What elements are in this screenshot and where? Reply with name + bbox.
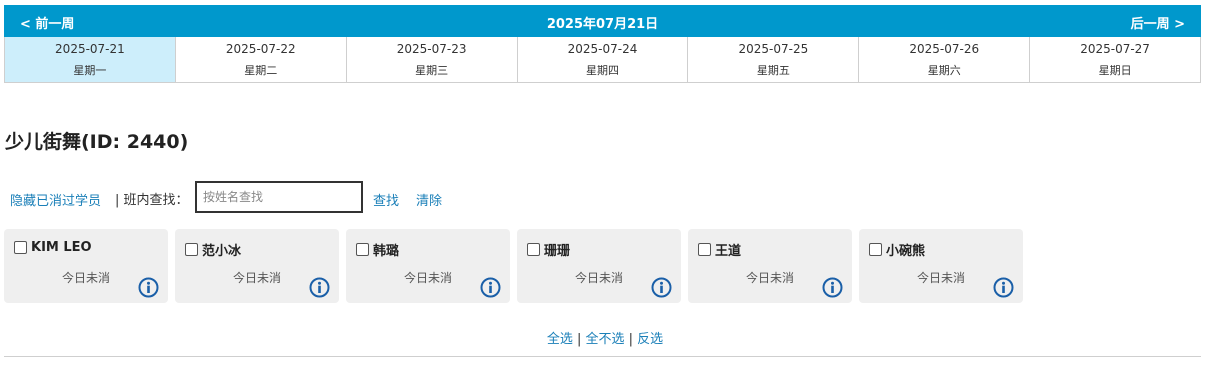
week-title: 2025年07月21日 [546,17,659,32]
day-weekday: 星期六 [927,64,961,77]
day-date: 2025-07-23 [396,42,467,56]
search-label: | 班内查找： [115,193,189,208]
student-card: 韩璐 今日未消 [346,229,510,303]
day-tab[interactable]: 2025-07-24 星期四 [518,37,689,82]
student-checkbox[interactable] [527,243,540,256]
find-link[interactable]: 查找 [373,190,399,209]
student-name-row: 韩璐 [356,240,399,259]
info-icon[interactable] [138,277,159,298]
day-tab[interactable]: 2025-07-22 星期二 [176,37,347,82]
student-checkbox[interactable] [698,243,711,256]
select-all-link[interactable]: 全选 [547,332,573,347]
selection-separator: | [624,332,638,347]
student-name: 小碗熊 [886,244,926,259]
week-navigation-bar: < 前一周 2025年07月21日 后一周 > [4,5,1201,37]
day-date: 2025-07-27 [1080,42,1150,56]
day-selector: 2025-07-21 星期一 2025-07-22 星期二 2025-07-23… [4,37,1201,83]
day-date: 2025-07-22 [225,42,296,56]
invert-selection-link[interactable]: 反选 [637,332,663,347]
student-checkbox[interactable] [185,243,198,256]
student-name: 韩璐 [373,244,400,259]
selection-links: 全选 | 全不选 | 反选 [0,328,1210,347]
day-weekday: 星期一 [73,64,107,77]
day-tab[interactable]: 2025-07-27 星期日 [1030,37,1200,82]
day-weekday: 星期三 [415,64,449,77]
class-title: 少儿街舞(ID: 2440) [5,131,189,153]
day-date: 2025-07-21 [55,42,125,56]
search-input[interactable] [195,181,363,213]
student-name: 范小冰 [202,244,242,259]
select-none-link[interactable]: 全不选 [585,332,624,347]
student-checkbox[interactable] [14,241,27,254]
student-name: KIM LEO [31,240,92,255]
day-tab[interactable]: 2025-07-26 星期六 [859,37,1031,82]
info-icon[interactable] [309,277,330,298]
student-checkbox[interactable] [869,243,882,256]
student-card: 小碗熊 今日未消 [859,229,1023,303]
student-name: 珊珊 [544,244,571,259]
day-weekday: 星期四 [586,64,619,77]
clear-link[interactable]: 清除 [416,190,442,209]
info-icon[interactable] [651,277,672,298]
student-name-row: 珊珊 [527,240,570,259]
hide-checked-students-link[interactable]: 隐藏已消过学员 [10,190,101,209]
selection-separator: | [572,332,586,347]
day-date: 2025-07-24 [567,42,638,56]
student-name-row: 小碗熊 [869,240,925,259]
student-card: 王道 今日未消 [688,229,852,303]
student-card: 珊珊 今日未消 [517,229,681,303]
student-card: KIM LEO 今日未消 [4,229,168,303]
info-icon[interactable] [822,277,843,298]
bottom-divider [4,356,1201,357]
day-weekday: 星期二 [244,64,278,77]
day-date: 2025-07-26 [909,42,980,56]
student-card: 范小冰 今日未消 [175,229,339,303]
student-checkbox[interactable] [356,243,369,256]
info-icon[interactable] [993,277,1014,298]
info-icon[interactable] [480,277,501,298]
day-weekday: 星期日 [1098,64,1132,77]
student-list: KIM LEO 今日未消 范小冰 今日未消 韩璐 今日未消 珊珊 今日未消 王道… [4,229,1023,303]
day-tab[interactable]: 2025-07-21 星期一 [5,37,176,82]
next-week-link[interactable]: 后一周 > [1131,13,1185,32]
day-tab[interactable]: 2025-07-23 星期三 [347,37,518,82]
day-weekday: 星期五 [756,64,790,77]
student-name-row: 王道 [698,240,741,259]
day-date: 2025-07-25 [738,42,809,56]
day-tab[interactable]: 2025-07-25 星期五 [688,37,860,82]
student-name-row: 范小冰 [185,240,241,259]
student-name-row: KIM LEO [14,240,92,255]
student-name: 王道 [715,244,742,259]
